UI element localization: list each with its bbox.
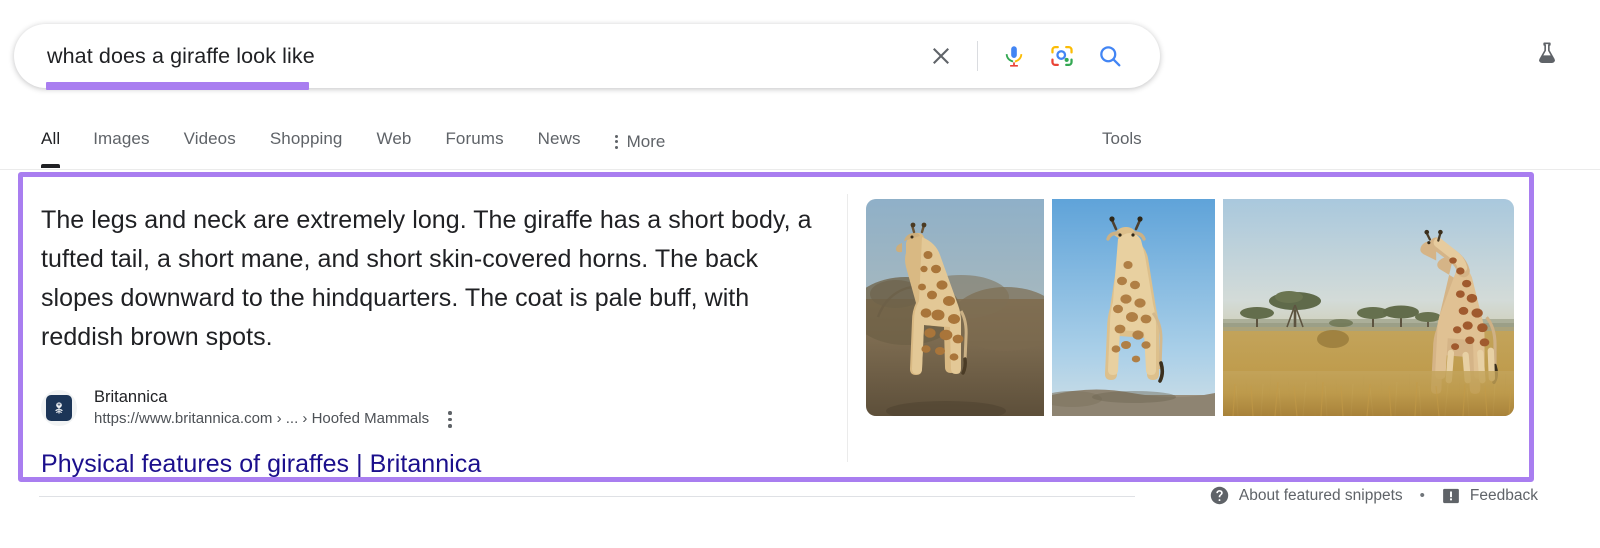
- search-nav-items: All Images Videos Shopping Web Forums Ne…: [0, 115, 682, 168]
- giraffe-bushland-image: [866, 199, 1044, 416]
- snippet-image-strip: [866, 199, 1514, 416]
- britannica-favicon-icon: [46, 395, 72, 421]
- tab-images[interactable]: Images: [76, 115, 166, 168]
- help-circle-icon: [1210, 486, 1229, 505]
- result-title-link[interactable]: Physical features of giraffes | Britanni…: [41, 448, 835, 480]
- overflow-menu-icon: [615, 135, 618, 149]
- feedback-link[interactable]: Feedback: [1442, 487, 1538, 505]
- clear-search-button[interactable]: [917, 32, 965, 80]
- result-source-row: Britannica https://www.britannica.com › …: [41, 386, 835, 431]
- giraffe-savanna-image: [1223, 199, 1514, 416]
- snippet-thumbnail-1[interactable]: [866, 199, 1044, 416]
- search-input-wrapper: [14, 24, 917, 88]
- close-icon: [929, 44, 953, 68]
- favicon-container: [41, 390, 77, 426]
- snippet-thumbnail-3[interactable]: [1223, 199, 1514, 416]
- voice-search-button[interactable]: [990, 32, 1038, 80]
- search-labs-button[interactable]: [1532, 38, 1562, 68]
- snippet-footer-links: About featured snippets • Feedback: [1210, 486, 1538, 505]
- search-header: [0, 0, 1600, 115]
- tab-web[interactable]: Web: [360, 115, 429, 168]
- result-options-button[interactable]: [443, 408, 457, 431]
- tab-videos[interactable]: Videos: [167, 115, 253, 168]
- result-source-meta: Britannica https://www.britannica.com › …: [94, 386, 457, 431]
- result-source-name: Britannica: [94, 386, 457, 408]
- result-url-row: https://www.britannica.com › ... › Hoofe…: [94, 408, 457, 431]
- featured-snippet-content: The legs and neck are extremely long. Th…: [23, 177, 835, 477]
- about-featured-snippets-link[interactable]: About featured snippets: [1210, 486, 1403, 505]
- snippet-vertical-divider: [847, 194, 848, 462]
- featured-snippet-card: The legs and neck are extremely long. Th…: [18, 172, 1534, 482]
- featured-snippet-inner: The legs and neck are extremely long. Th…: [23, 177, 1529, 477]
- tab-shopping[interactable]: Shopping: [253, 115, 360, 168]
- giraffe-blue-sky-image: [1052, 199, 1215, 416]
- more-filters-button[interactable]: More: [598, 115, 683, 168]
- feedback-flag-icon: [1442, 487, 1460, 505]
- flask-icon: [1534, 40, 1560, 66]
- search-input[interactable]: [45, 43, 917, 70]
- search-icon: [1097, 43, 1123, 69]
- result-breadcrumb-url: https://www.britannica.com › ... › Hoofe…: [94, 408, 429, 430]
- google-lens-icon: [1049, 43, 1075, 69]
- more-filters-label: More: [627, 118, 666, 166]
- search-actions-divider: [977, 41, 978, 71]
- results-divider: [39, 496, 1135, 497]
- search-nav-inner: All Images Videos Shopping Web Forums Ne…: [0, 115, 1600, 169]
- search-query-highlight: [46, 82, 309, 90]
- search-actions: [917, 32, 1160, 80]
- footer-separator: •: [1420, 488, 1425, 503]
- search-bar: [14, 24, 1160, 88]
- feedback-label: Feedback: [1470, 487, 1538, 505]
- tab-all[interactable]: All: [41, 115, 76, 168]
- search-nav: All Images Videos Shopping Web Forums Ne…: [0, 115, 1600, 170]
- featured-snippet-text: The legs and neck are extremely long. Th…: [41, 201, 821, 357]
- tab-news[interactable]: News: [521, 115, 598, 168]
- tools-button[interactable]: Tools: [1102, 115, 1142, 168]
- tab-forums[interactable]: Forums: [428, 115, 520, 168]
- about-featured-snippets-label: About featured snippets: [1239, 487, 1403, 505]
- snippet-thumbnail-2[interactable]: [1052, 199, 1215, 416]
- microphone-icon: [1001, 43, 1027, 69]
- lens-search-button[interactable]: [1038, 32, 1086, 80]
- thistle-icon: [49, 398, 69, 418]
- search-submit-button[interactable]: [1086, 32, 1134, 80]
